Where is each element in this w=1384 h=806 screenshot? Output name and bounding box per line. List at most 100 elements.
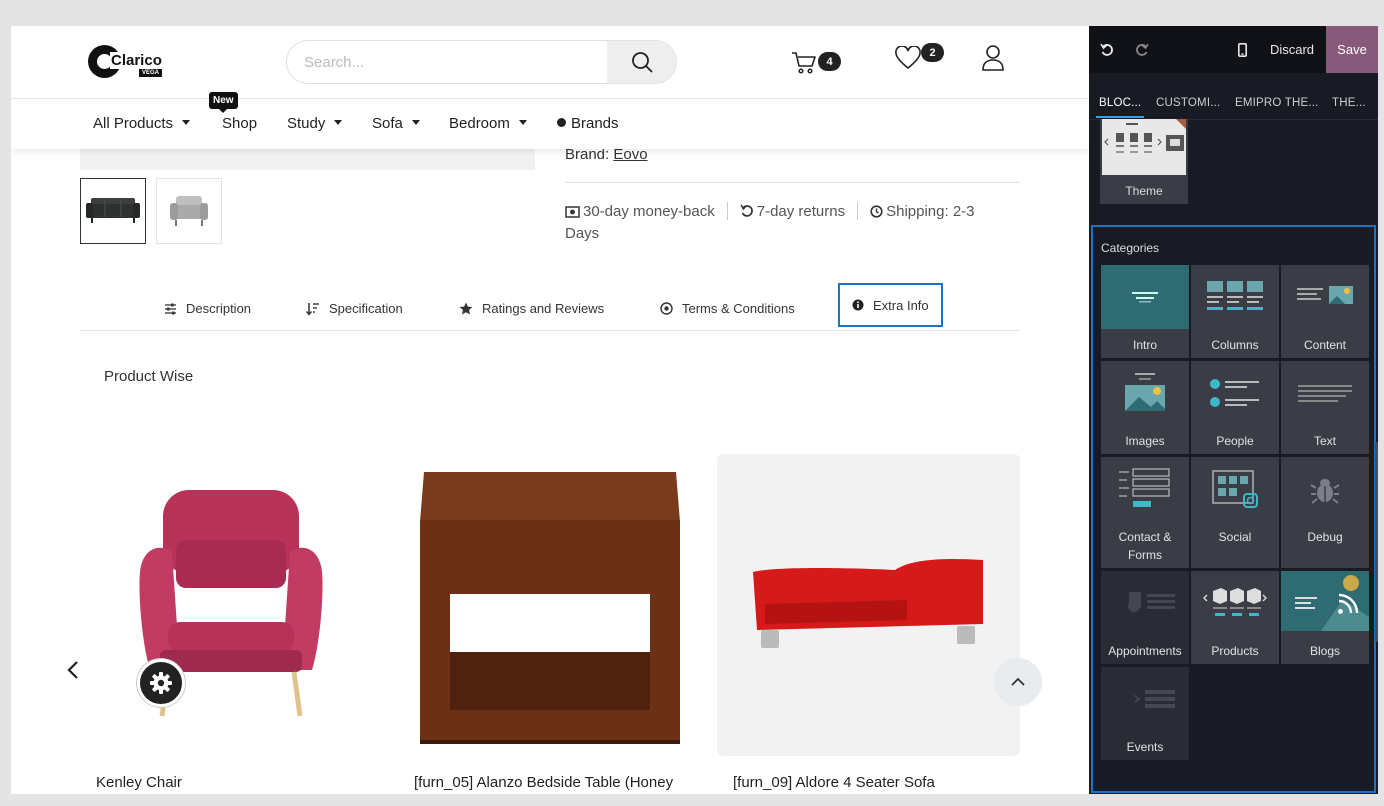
panel-scrollbar[interactable] [1375, 442, 1378, 642]
sofa-thumbnail-image [86, 198, 140, 223]
nav-bedroom[interactable]: Bedroom [449, 115, 527, 132]
caret-down-icon [334, 120, 343, 125]
nav-all-products[interactable]: All Products [93, 115, 191, 132]
website-preview: Clarico VEGA 4 2 All Products Shop Study… [11, 26, 1089, 794]
nav-study[interactable]: Study [287, 115, 343, 132]
product-tabs: Description Specification Ratings and Re… [80, 283, 1020, 331]
money-icon [565, 206, 580, 218]
undo-icon [1100, 43, 1113, 56]
dollar-circle-icon [660, 302, 673, 315]
category-label: Debug [1307, 530, 1343, 544]
category-columns[interactable]: Columns [1191, 265, 1279, 358]
category-label: People [1216, 434, 1254, 448]
category-blogs[interactable]: Blogs [1281, 571, 1369, 664]
site-header: Clarico VEGA 4 2 [11, 26, 1089, 99]
nav-sofa[interactable]: Sofa [372, 115, 420, 132]
bedside-table-image [420, 472, 680, 744]
wishlist-count-badge: 2 [921, 43, 944, 62]
nav-label: Shop [222, 115, 258, 132]
tab-terms[interactable]: Terms & Conditions [660, 286, 795, 331]
chair-image [139, 490, 323, 717]
cart-button[interactable]: 4 [791, 50, 841, 81]
star-icon [459, 302, 473, 315]
sliders-icon [165, 303, 176, 314]
account-button[interactable] [981, 44, 1005, 77]
tab-specification[interactable]: Specification [306, 286, 403, 331]
product-name[interactable]: [furn_09] Aldore 4 Seater Sofa [733, 774, 935, 791]
category-debug[interactable]: Debug [1281, 457, 1369, 568]
category-label: Intro [1132, 338, 1157, 352]
category-text[interactable]: Text [1281, 361, 1369, 454]
product-card[interactable] [398, 454, 701, 756]
nav-brands[interactable]: Brands [557, 115, 619, 132]
thumbnail-armchair[interactable] [156, 178, 222, 244]
category-label: Appointments [1108, 644, 1182, 658]
caret-down-icon [411, 120, 420, 125]
appointments-icon [1101, 571, 1189, 635]
main-nav: All Products Shop Study Sofa Bedroom Bra… [11, 99, 1089, 149]
categories-panel: Categories Intro Columns Content Images … [1091, 225, 1378, 793]
blogs-icon [1281, 571, 1369, 631]
thumbnail-sofa[interactable] [80, 178, 146, 244]
perk-text: 30-day money-back [583, 203, 715, 220]
heart-icon [895, 45, 921, 70]
category-people[interactable]: People [1191, 361, 1279, 454]
product-card[interactable] [80, 454, 383, 756]
category-images[interactable]: Images [1101, 361, 1189, 454]
category-events[interactable]: Events [1101, 667, 1189, 760]
divider [726, 202, 728, 220]
category-products[interactable]: Products [1191, 571, 1279, 664]
scroll-to-top-button[interactable] [994, 658, 1042, 706]
save-button[interactable]: Save [1326, 26, 1378, 73]
tab-description[interactable]: Description [164, 286, 251, 331]
clock-icon [870, 205, 883, 218]
product-name[interactable]: [furn_05] Alanzo Bedside Table (Honey [414, 774, 673, 791]
theme-thumbnail [1102, 119, 1186, 175]
search-input[interactable] [287, 41, 607, 83]
tab-customize[interactable]: CUSTOMI... [1156, 97, 1220, 109]
new-badge: New [209, 92, 238, 113]
info-icon [852, 299, 864, 311]
categories-title: Categories [1101, 241, 1160, 255]
wishlist-button[interactable]: 2 [895, 43, 944, 75]
category-appointments[interactable]: Appointments [1101, 571, 1189, 664]
bug-icon [1281, 457, 1369, 521]
tab-blocks[interactable]: BLOC... [1099, 97, 1141, 109]
site-logo[interactable]: Clarico VEGA [88, 44, 168, 80]
chevron-left-icon [67, 661, 78, 679]
tab-extra-info[interactable]: Extra Info [838, 283, 943, 327]
tab-emipro-theme[interactable]: EMIPRO THE... [1235, 97, 1319, 109]
perk-returns: 7-day returns [740, 203, 845, 220]
social-icon [1191, 457, 1279, 521]
category-label: Products [1211, 644, 1259, 658]
tab-label: Specification [329, 301, 403, 316]
redo-button[interactable] [1130, 26, 1154, 73]
product-card[interactable] [717, 454, 1020, 756]
product-name[interactable]: Kenley Chair [96, 774, 182, 791]
tab-theme[interactable]: THE... [1332, 97, 1366, 109]
theme-snippet-tile[interactable]: Theme [1100, 119, 1188, 204]
nav-shop[interactable]: Shop [222, 115, 257, 132]
category-label: Contact & Forms [1118, 530, 1172, 562]
category-contact-forms[interactable]: Contact & Forms [1101, 457, 1189, 568]
category-content[interactable]: Content [1281, 265, 1369, 358]
search-button[interactable] [607, 41, 676, 83]
discard-button[interactable]: Discard [1263, 26, 1321, 73]
divider [857, 202, 859, 220]
category-intro[interactable]: Intro [1101, 265, 1189, 358]
chevron-up-icon [1011, 677, 1025, 686]
perk-text: 7-day returns [756, 203, 846, 220]
settings-button[interactable] [137, 659, 185, 707]
undo-button[interactable] [1095, 26, 1119, 73]
events-icon [1101, 667, 1189, 731]
search-icon [631, 52, 652, 73]
category-label: Blogs [1309, 644, 1341, 658]
mobile-preview-button[interactable] [1230, 26, 1254, 73]
carousel-prev-button[interactable] [66, 660, 80, 685]
tab-ratings[interactable]: Ratings and Reviews [459, 286, 604, 331]
logo-tag: VEGA [139, 69, 163, 77]
columns-icon [1191, 265, 1279, 329]
product-perks: 30-day money-back 7-day returns Shipping: … [565, 201, 1005, 245]
category-social[interactable]: Social [1191, 457, 1279, 568]
category-label: Events [1126, 740, 1164, 754]
